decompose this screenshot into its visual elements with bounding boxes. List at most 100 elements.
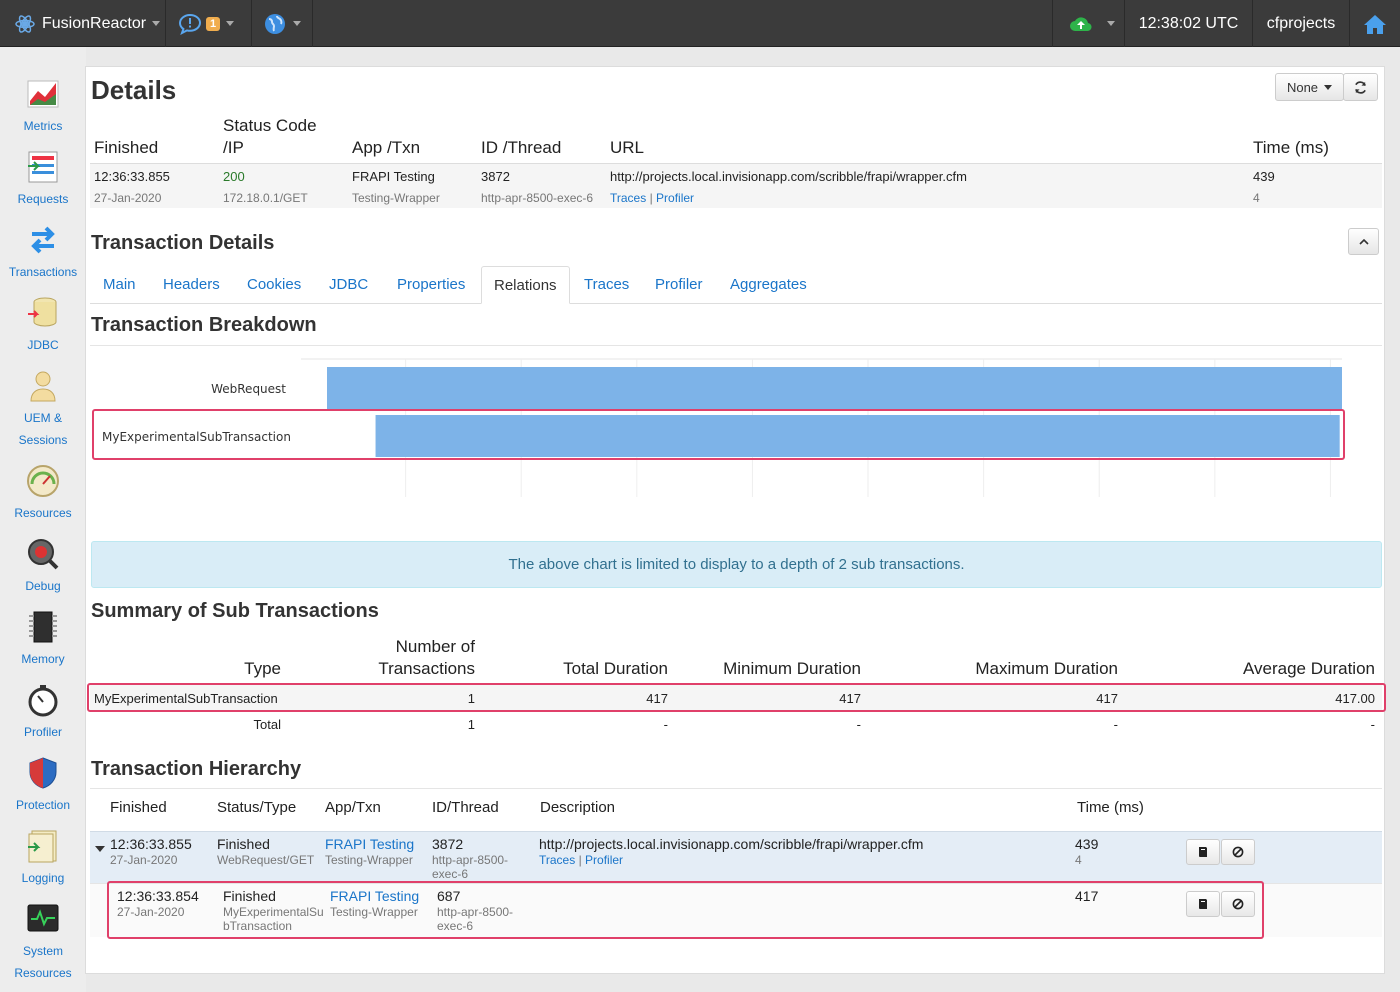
sidebar-item-memory[interactable]: Memory [0,610,86,670]
sidebar-item-label: Memory [21,652,65,666]
col-header-url: URL [610,138,645,157]
traces-link[interactable]: Traces [610,191,646,205]
sidebar-item-label: Transactions [8,265,78,279]
summary-total-min: - [856,717,861,732]
summary-total-max: - [1113,717,1118,732]
brand-menu[interactable]: FusionReactor [0,0,166,47]
summary-total-avg: - [1370,717,1375,732]
brand-name: FusionReactor [42,14,147,32]
sidebar-item-label: Metrics [23,119,63,133]
sidebar-item-profiler[interactable]: Profiler [0,683,86,743]
summary-col-type: Type [244,659,281,678]
shield-icon [29,757,57,789]
debug-icon [28,539,59,570]
hier-status: Finished [217,836,270,852]
hier-traces-link[interactable]: Traces [539,853,575,867]
ban-icon [1232,846,1244,858]
sidebar-item-requests[interactable]: Requests [0,150,86,210]
tab-cookies[interactable]: Cookies [235,266,313,304]
tab-profiler[interactable]: Profiler [643,266,715,304]
chevron-down-icon [152,21,161,26]
transactions-arrows-icon [31,226,55,254]
tab-headers[interactable]: Headers [151,266,232,304]
transaction-id: 3872 [481,169,510,184]
tab-jdbc[interactable]: JDBC [317,266,380,304]
hierarchy-row: 12:36:33.855 27-Jan-2020 Finished WebReq… [90,831,1382,883]
tab-relations[interactable]: Relations [481,266,570,304]
user-icon [30,371,56,402]
chevron-down-icon [1107,21,1115,26]
sidebar-item-logging[interactable]: Logging [0,829,86,889]
expand-caret-icon[interactable] [95,846,105,852]
col-header-time: Time (ms) [1253,138,1329,157]
sidebar-item-debug[interactable]: Debug [0,537,86,597]
summary-col-avg: Average Duration [1243,659,1375,678]
sidebar-item-resources[interactable]: Resources [0,464,86,524]
chevron-down-icon [293,21,301,26]
finished-date: 27-Jan-2020 [94,191,162,205]
chart-depth-alert: The above chart is limited to display to… [91,541,1382,588]
tab-properties[interactable]: Properties [385,266,477,304]
hier-date: 27-Jan-2020 [110,853,178,867]
request-time: 439 [1253,169,1275,184]
cloud-menu[interactable] [1052,0,1125,47]
hier-profiler-link[interactable]: Profiler [585,853,623,867]
hier-app-link[interactable]: FRAPI Testing [325,836,414,852]
sidebar-item-label: UEM & Sessions [18,411,68,447]
sidebar-item-protection[interactable]: Protection [0,756,86,816]
app-link[interactable]: FRAPI Testing [352,169,435,184]
thread-link[interactable]: http-apr-8500-exec-6 [481,191,593,205]
chevron-down-icon [1324,84,1333,90]
timeline-bar [327,367,1342,409]
top-navbar: FusionReactor 1 12:38:02 UTC cfprojects [0,0,1400,47]
hier-type: WebRequest/GET [217,853,315,867]
speech-bubble-alert-icon [178,13,202,35]
child-row-highlight [107,881,1264,939]
tab-aggregates[interactable]: Aggregates [718,266,819,304]
chevron-down-icon [226,21,235,26]
globe-menu[interactable] [252,0,313,47]
page-title: Details [91,75,177,105]
fusionreactor-logo-icon [15,14,35,33]
home-button[interactable] [1350,0,1400,47]
sidebar-item-metrics[interactable]: Metrics [0,77,86,137]
globe-icon [265,13,285,34]
request-time-sub: 4 [1253,191,1260,205]
collapse-button[interactable] [1348,228,1379,255]
sidebar-item-uem-sessions[interactable]: UEM & Sessions [0,369,86,451]
home-icon [1364,14,1386,34]
hier-id: 3872 [432,836,464,852]
summary-total-total: - [663,717,668,732]
filter-dropdown[interactable]: None [1275,73,1344,101]
hier-time-sub: 4 [1075,853,1082,867]
col-header-ip: /IP [223,138,244,157]
book-icon [1199,847,1207,857]
col-header-app-txn: App /Txn [352,138,421,157]
hierarchy-divider [90,788,1382,789]
cloud-upload-icon [1070,16,1092,31]
finished-time: 12:36:33.855 [94,169,170,184]
summary-col-min: Minimum Duration [723,659,861,678]
profiler-link[interactable]: Profiler [656,191,694,205]
view-details-button[interactable] [1186,839,1220,865]
sidebar-item-system-resources[interactable]: System Resources [0,902,86,984]
hier-thread-link[interactable]: http-apr-8500- exec-6 [432,853,508,881]
cancel-button[interactable] [1221,839,1255,865]
sidebar-item-label: System Resources [14,944,72,980]
hier-time: 439 [1075,836,1099,852]
server-time: 12:38:02 UTC [1125,0,1253,47]
gauge-icon [27,465,59,497]
tab-traces[interactable]: Traces [572,266,641,304]
sidebar-item-jdbc[interactable]: JDBC [0,296,86,356]
details-panel: Details None Finished Status Code /IP Ap… [85,66,1386,974]
refresh-button[interactable] [1343,73,1378,101]
instance-name[interactable]: cfprojects [1253,0,1350,47]
refresh-icon [1355,80,1366,94]
breakdown-heading: Transaction Breakdown [91,314,317,336]
sidebar-item-transactions[interactable]: Transactions [0,223,86,283]
thread-line-2: exec-6 [432,867,469,881]
requests-icon [28,151,58,183]
notifications-menu[interactable]: 1 [166,0,252,47]
filter-dropdown-label: None [1286,79,1319,95]
tab-main[interactable]: Main [91,266,148,304]
